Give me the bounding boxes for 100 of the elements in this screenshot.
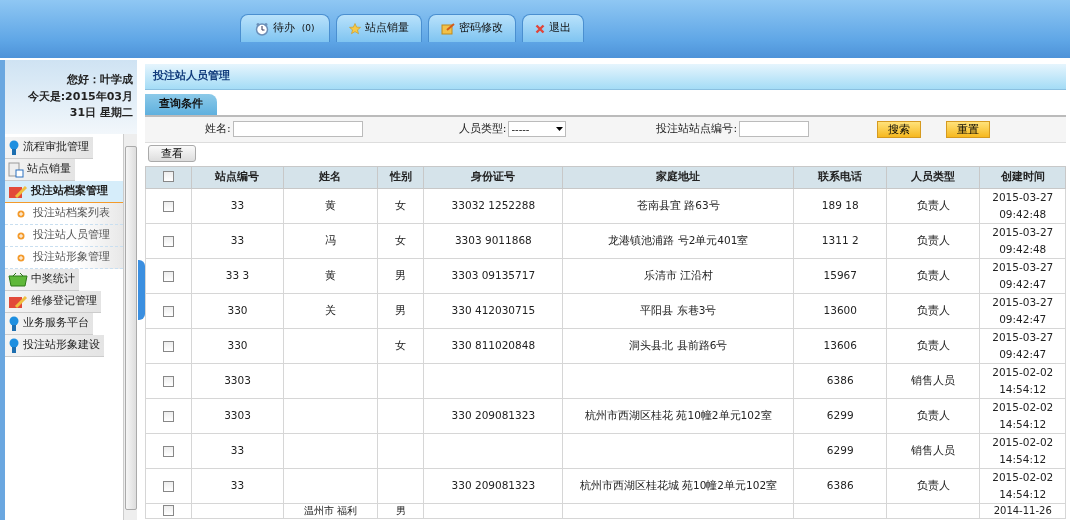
bulb-icon xyxy=(8,337,20,354)
table-cell: 负责人 xyxy=(916,479,950,491)
row-checkbox[interactable] xyxy=(163,410,175,422)
table-cell: 6299 xyxy=(826,444,854,456)
star-icon xyxy=(348,22,361,35)
table-cell: 龙港镇池浦路 号2单元401室 xyxy=(608,234,749,246)
close-icon xyxy=(534,23,545,34)
bullet-icon xyxy=(17,253,25,262)
table-cell: 负责人 xyxy=(916,339,950,351)
type-select[interactable]: ----- xyxy=(508,121,567,137)
column-header: 性别 xyxy=(377,166,424,188)
column-header: 姓名 xyxy=(283,166,378,188)
table-cell: 330 209081323 xyxy=(451,479,536,491)
nav-tab[interactable]: 密码修改 xyxy=(427,14,516,42)
menu-group[interactable]: 业务服务平台 xyxy=(5,313,93,335)
row-checkbox[interactable] xyxy=(163,340,175,352)
row-checkbox[interactable] xyxy=(163,375,175,387)
name-input[interactable] xyxy=(232,121,363,137)
table-cell: 13606 xyxy=(823,339,857,351)
table-cell: 3303 09135717 xyxy=(451,269,536,281)
table-cell: 冯 xyxy=(325,234,336,246)
table-cell: 平阳县 东巷3号 xyxy=(640,304,717,316)
table-cell: 杭州市西湖区桂花城 苑10幢2单元102室 xyxy=(579,479,778,491)
table-cell: 洞头县北 县前路6号 xyxy=(629,339,728,351)
table-cell-text: 2015-03-27 09:42:47 xyxy=(991,259,1055,292)
table-cell: 189 18 xyxy=(821,199,859,211)
field-label: 投注站站点编号: xyxy=(656,120,738,137)
table-cell: 女 xyxy=(395,339,407,351)
table-cell: 负责人 xyxy=(916,234,950,246)
table-cell: 温州市 福利 xyxy=(303,504,358,516)
column-header: 创建时间 xyxy=(980,166,1066,188)
table-cell: 杭州市西湖区桂花 苑10幢2单元102室 xyxy=(585,409,772,421)
menu-group[interactable]: 维修登记管理 xyxy=(5,291,101,313)
bulb-icon xyxy=(8,139,20,156)
table-cell: 3303 xyxy=(224,374,251,386)
select-all-checkbox[interactable] xyxy=(163,171,175,183)
table-cell: 6299 xyxy=(826,409,854,421)
search-button[interactable]: 搜索 xyxy=(877,120,922,138)
table-cell: 1311 2 xyxy=(821,234,859,246)
table-cell: 3303 xyxy=(224,409,251,421)
field-label: 姓名: xyxy=(205,120,231,137)
table-cell: 33 xyxy=(230,479,245,491)
table-cell: 13600 xyxy=(823,304,857,316)
column-header: 站点编号 xyxy=(191,166,284,188)
table-cell: 销售人员 xyxy=(911,374,956,386)
collapse-handle[interactable] xyxy=(138,260,145,320)
table-cell: 女 xyxy=(395,199,407,211)
menu-group[interactable]: 站点销量 xyxy=(5,159,75,181)
table-cell: 黄 xyxy=(325,269,336,281)
row-checkbox[interactable] xyxy=(163,445,175,457)
document-icon xyxy=(8,161,24,178)
view-button[interactable]: 查看 xyxy=(147,145,196,163)
nav-tab[interactable]: 退出 xyxy=(521,14,584,42)
dropdown-arrow-icon xyxy=(556,127,564,131)
table-cell: 黄 xyxy=(325,199,336,211)
pencil-icon xyxy=(8,293,28,310)
table-cell: 销售人员 xyxy=(911,444,956,456)
row-checkbox[interactable] xyxy=(163,270,175,282)
field-label: 人员类型: xyxy=(458,120,507,137)
bulb-icon xyxy=(8,315,20,332)
row-checkbox[interactable] xyxy=(163,505,175,516)
row-checkbox[interactable] xyxy=(163,305,175,317)
row-checkbox[interactable] xyxy=(163,480,175,492)
submenu-item[interactable]: 投注站人员管理 xyxy=(5,225,123,247)
table-cell-text: 2015-03-27 09:42:48 xyxy=(991,224,1055,257)
row-checkbox[interactable] xyxy=(163,200,175,212)
submenu-item[interactable]: 投注站档案列表 xyxy=(5,203,123,225)
basket-icon xyxy=(8,271,28,288)
column-header: 联系电话 xyxy=(794,166,887,188)
table-cell: 6386 xyxy=(826,374,854,386)
table-cell: 乐清市 江沿村 xyxy=(643,269,714,281)
column-header: 家庭地址 xyxy=(562,166,794,188)
table-cell: 330 811020848 xyxy=(451,339,536,351)
table-cell: 33 xyxy=(230,234,245,246)
table-cell-text: 2015-02-02 14:54:12 xyxy=(991,434,1055,467)
table-cell-text: 2015-03-27 09:42:47 xyxy=(991,294,1055,327)
table-cell: 33 xyxy=(230,199,245,211)
submenu-item[interactable]: 投注站形象管理 xyxy=(5,247,123,269)
table-cell: 负责人 xyxy=(916,199,950,211)
table-cell-text: 2015-02-02 14:54:12 xyxy=(991,364,1055,397)
row-checkbox[interactable] xyxy=(163,235,175,247)
menu-group[interactable]: 投注站档案管理 xyxy=(5,181,123,203)
nav-tab[interactable]: 待办 (0) xyxy=(240,14,330,42)
table-cell: 女 xyxy=(395,234,407,246)
table-cell: 2014-11-26 xyxy=(993,504,1052,516)
table-cell: 33032 1252288 xyxy=(451,199,536,211)
reset-button[interactable]: 重置 xyxy=(946,120,991,138)
menu-group[interactable]: 投注站形象建设 xyxy=(5,335,104,357)
pencil-icon xyxy=(8,183,28,200)
greeting-text: 您好：叶学成 xyxy=(67,72,133,89)
nav-tab[interactable]: 站点销量 xyxy=(335,14,422,42)
station-input[interactable] xyxy=(739,121,810,137)
menu-group[interactable]: 流程审批管理 xyxy=(5,137,93,159)
table-cell-text: 2015-03-27 09:42:48 xyxy=(991,189,1055,222)
menu-group[interactable]: 中奖统计 xyxy=(5,269,79,291)
bullet-icon xyxy=(17,231,25,240)
table-cell: 6386 xyxy=(826,479,854,491)
table-cell: 男 xyxy=(395,504,406,516)
clock-icon xyxy=(255,21,269,36)
table-cell: 33 3 xyxy=(225,269,250,281)
